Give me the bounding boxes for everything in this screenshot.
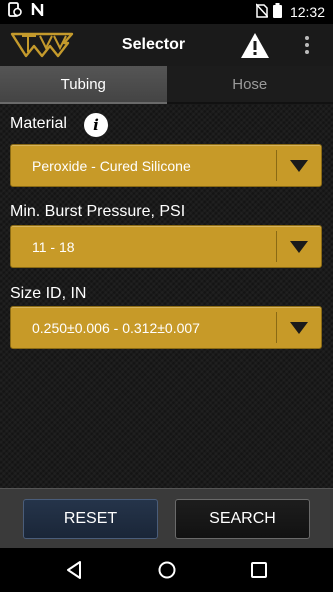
home-icon[interactable]	[155, 558, 179, 582]
battery-icon	[272, 3, 282, 21]
tab-hose[interactable]: Hose	[166, 66, 333, 104]
search-button[interactable]: SEARCH	[175, 499, 310, 539]
chevron-down-icon	[277, 225, 321, 268]
size-value: 0.250±0.006 - 0.312±0.007	[32, 319, 200, 336]
warning-icon[interactable]	[239, 30, 271, 60]
material-dropdown[interactable]: Peroxide - Cured Silicone	[10, 144, 322, 187]
no-signal-icon	[31, 0, 44, 21]
pressure-label: Min. Burst Pressure, PSI	[10, 203, 186, 220]
material-value: Peroxide - Cured Silicone	[32, 157, 191, 174]
tab-bar: Tubing Hose	[0, 66, 333, 104]
action-bar: RESET SEARCH	[0, 488, 333, 548]
pressure-dropdown[interactable]: 11 - 18	[10, 225, 322, 268]
size-dropdown[interactable]: 0.250±0.006 - 0.312±0.007	[10, 306, 322, 349]
app-bar: Selector	[0, 24, 333, 66]
status-bar: 12:32	[0, 0, 333, 24]
chevron-down-icon	[277, 144, 321, 187]
system-nav-bar	[0, 548, 333, 592]
pressure-value: 11 - 18	[32, 238, 75, 255]
tab-tubing[interactable]: Tubing	[0, 66, 167, 104]
phone-sync-icon	[8, 2, 22, 22]
size-label: Size ID, IN	[10, 285, 87, 302]
reset-button[interactable]: RESET	[23, 499, 158, 539]
no-sim-icon	[255, 3, 269, 21]
chevron-down-icon	[277, 306, 321, 349]
overflow-menu-icon[interactable]	[296, 30, 318, 60]
material-label: Material	[10, 115, 67, 132]
status-time: 12:32	[289, 4, 325, 20]
info-icon[interactable]: i	[84, 113, 108, 137]
recents-icon[interactable]	[247, 558, 271, 582]
back-icon[interactable]	[62, 558, 86, 582]
